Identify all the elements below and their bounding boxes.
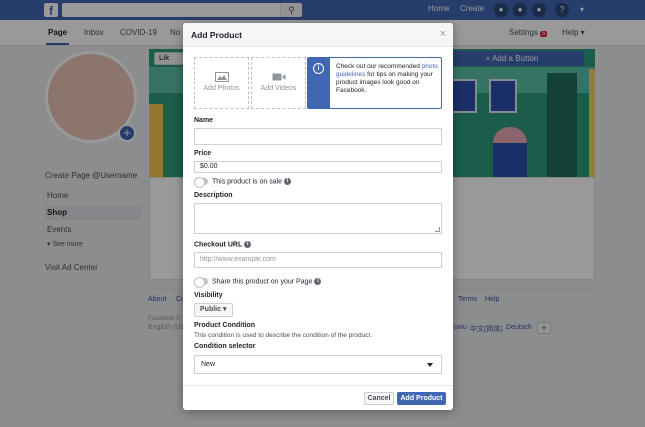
visibility-dropdown[interactable]: Public ▾ <box>194 303 233 317</box>
visibility-label: Visibility <box>194 292 223 299</box>
info-strip: i <box>308 58 330 108</box>
on-sale-row: This product is on sale i <box>194 177 292 188</box>
add-photos-label: Add Photos <box>203 85 240 92</box>
add-product-button[interactable]: Add Product <box>397 392 446 405</box>
name-field[interactable] <box>194 128 442 145</box>
condition-selector-label: Condition selector <box>194 343 256 350</box>
info-icon: i <box>313 63 324 74</box>
on-sale-label: This product is on sale <box>212 178 283 186</box>
description-label: Description <box>194 192 233 199</box>
resize-handle-icon[interactable] <box>435 227 440 232</box>
info-hint-icon[interactable]: i <box>244 241 252 248</box>
condition-value: New <box>201 361 216 368</box>
condition-select[interactable]: New <box>194 355 442 374</box>
caret-down-icon <box>427 363 433 367</box>
photo-icon <box>214 72 229 82</box>
add-photos-button[interactable]: Add Photos <box>194 57 249 109</box>
share-row: Share this product on your Page i <box>194 277 322 288</box>
video-camera-icon <box>272 73 285 81</box>
price-label: Price <box>194 150 212 157</box>
add-videos-button[interactable]: Add Videos <box>251 57 306 109</box>
info-text-pre: Check out our recommended <box>336 63 422 70</box>
info-hint-icon[interactable]: i <box>314 278 322 285</box>
share-label: Share this product on your Page <box>212 278 313 286</box>
dialog-footer: Cancel Add Product <box>183 385 453 410</box>
cancel-button[interactable]: Cancel <box>364 392 394 405</box>
share-toggle[interactable] <box>194 277 208 288</box>
checkout-url-field[interactable]: http://www.example.com <box>194 252 442 268</box>
product-condition-label: Product Condition <box>194 322 256 329</box>
on-sale-toggle[interactable] <box>194 177 208 188</box>
checkout-url-text: Checkout URL <box>194 241 243 249</box>
description-field[interactable] <box>194 203 442 234</box>
dialog-header: Add Product × <box>183 23 453 47</box>
info-hint-icon[interactable]: i <box>284 178 292 185</box>
info-text: Check out our recommended photo guidelin… <box>336 63 440 95</box>
photo-guidelines-notice: i Check out our recommended photo guidel… <box>307 57 442 109</box>
add-videos-label: Add Videos <box>260 85 297 92</box>
price-field[interactable]: $0.00 <box>194 161 442 173</box>
dialog-title: Add Product <box>191 30 242 40</box>
name-label: Name <box>194 117 214 124</box>
product-condition-help: This condition is used to describe the c… <box>194 332 373 339</box>
add-product-dialog: Add Product × Add Photos Add Videos i Ch… <box>183 23 453 410</box>
checkout-url-label: Checkout URL i <box>194 241 252 249</box>
close-icon[interactable]: × <box>440 28 446 40</box>
